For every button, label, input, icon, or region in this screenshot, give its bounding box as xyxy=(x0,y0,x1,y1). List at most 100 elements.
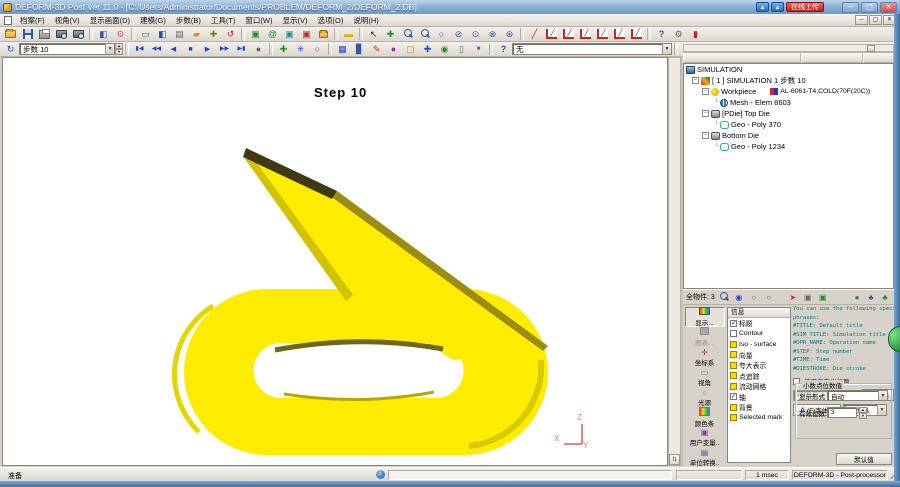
shaded-object-icon[interactable]: ◉ xyxy=(733,292,745,303)
menu-display[interactable]: 显示画面(D) xyxy=(86,14,134,27)
measure-icon[interactable]: ✚ xyxy=(419,43,436,56)
step-combo[interactable]: 步数 10 ▼ xyxy=(19,43,115,55)
window-orange-icon[interactable]: ▢ xyxy=(402,43,419,56)
nav-coordinate[interactable]: ✛ 坐标系 xyxy=(685,347,725,367)
list-item-selectedmark[interactable]: Selected mark xyxy=(728,413,790,424)
capture-icon[interactable] xyxy=(53,28,70,41)
digits-field[interactable]: 3 xyxy=(827,407,857,418)
upload-icon[interactable]: ▲ xyxy=(756,2,769,12)
split-window-icon[interactable]: ◧ xyxy=(154,28,171,41)
zoom-object-icon[interactable] xyxy=(718,292,730,303)
rotate-x-icon[interactable]: ⊘ xyxy=(450,28,467,41)
menu-modeling[interactable]: 建模(G) xyxy=(136,14,170,27)
cube-gray-icon[interactable]: ▣ xyxy=(802,292,814,303)
reload-icon[interactable]: ↺ xyxy=(222,28,239,41)
nav-light[interactable]: ☼ 光源 xyxy=(685,387,725,407)
tile-window-icon[interactable]: ▤ xyxy=(171,28,188,41)
mesh-red-icon[interactable]: ▣ xyxy=(298,28,315,41)
list-item-title[interactable]: ✓ 标题 xyxy=(728,318,790,329)
menu-options[interactable]: 选项(O) xyxy=(314,14,348,27)
viewport-scrollbar[interactable]: ⇅ xyxy=(668,57,681,466)
expander-icon[interactable]: − xyxy=(702,110,709,117)
digits-spinner[interactable]: ▲ ▼ xyxy=(859,407,867,419)
bar-chart-icon[interactable]: ▊ xyxy=(351,43,368,56)
format-drop-icon[interactable]: ▼ xyxy=(878,391,887,400)
context-help-icon[interactable]: ? xyxy=(653,28,670,41)
nav-units[interactable]: ▤ 单位转换.. xyxy=(685,447,725,467)
zoom-icon[interactable] xyxy=(399,28,416,41)
add-object-icon[interactable]: ✚ xyxy=(205,28,222,41)
list-item-background[interactable]: 背景 xyxy=(728,402,790,413)
nav-display[interactable]: 显示... xyxy=(684,307,725,327)
step-forward-icon[interactable]: ▶ xyxy=(199,43,216,56)
mesh-green-icon[interactable]: ▣ xyxy=(247,28,264,41)
manual-book-icon[interactable]: ▮ xyxy=(687,28,704,41)
query-icon[interactable]: ? xyxy=(495,43,512,56)
rotate-all-icon[interactable]: ⊛ xyxy=(501,28,518,41)
menu-show[interactable]: 显示(V) xyxy=(279,14,312,27)
mdi-minimize-button[interactable]: ─ xyxy=(855,15,868,25)
open-icon[interactable] xyxy=(2,28,19,41)
record-movie-icon[interactable]: ● xyxy=(250,43,267,56)
graph-history-icon[interactable]: ╱ xyxy=(594,28,611,41)
tree-root[interactable]: SIMULATION xyxy=(684,64,893,75)
expander-icon[interactable]: − xyxy=(692,77,699,84)
viewport[interactable]: Step 10 Z X Y xyxy=(2,57,668,466)
menu-tools[interactable]: 工具(T) xyxy=(207,14,240,27)
zoom-window-icon[interactable] xyxy=(416,28,433,41)
tree-view-icon[interactable]: ♣ xyxy=(865,292,877,303)
list-item-contour[interactable]: Contour xyxy=(728,329,790,340)
hidden-object-icon[interactable]: ○ xyxy=(763,292,775,303)
tree-geo-bottomdie[interactable]: └ Geo - Poly 1234 xyxy=(684,141,893,152)
maximize-button[interactable]: ▢ xyxy=(861,1,878,13)
cube-green-icon[interactable]: ▣ xyxy=(817,292,829,303)
add-point-icon[interactable]: ✚ xyxy=(275,43,292,56)
mdi-restore-button[interactable]: ▢ xyxy=(869,15,882,25)
menu-help[interactable]: 说明(H) xyxy=(349,14,382,27)
sphere-purple-icon[interactable]: ● xyxy=(385,43,402,56)
tree-hscroll-button[interactable] xyxy=(867,45,875,52)
print-icon[interactable] xyxy=(36,28,53,41)
minimize-button[interactable]: ─ xyxy=(842,1,859,13)
expander-icon[interactable]: − xyxy=(702,132,709,139)
overlay-upload-badge[interactable]: 在线上传 xyxy=(786,2,824,12)
fast-forward-icon[interactable]: ▶▶ xyxy=(216,43,233,56)
star-tool-icon[interactable]: ✳ xyxy=(292,43,309,56)
step-back-icon[interactable]: ◀ xyxy=(165,43,182,56)
tree-bottomdie[interactable]: − Bottom Die xyxy=(684,130,893,141)
capture-save-icon[interactable] xyxy=(70,28,87,41)
tree-topdie[interactable]: − [PDie] Top Die xyxy=(684,108,893,119)
circle-tool-icon[interactable]: ○ xyxy=(309,43,326,56)
step-combo-drop-icon[interactable]: ▼ xyxy=(105,44,114,54)
display-format-combo[interactable]: 自动 ▼ xyxy=(827,390,888,401)
report-doc-icon[interactable]: ▯ xyxy=(453,43,470,56)
rotate-y-icon[interactable]: ⊙ xyxy=(467,28,484,41)
nav-viewangle[interactable]: ▭ 视角 xyxy=(685,367,725,387)
expander-icon[interactable]: − xyxy=(702,88,709,95)
flow-net-icon[interactable]: ╱ xyxy=(526,28,543,41)
step-spinner[interactable]: ▲ ▼ xyxy=(115,43,123,55)
menu-step[interactable]: 步数(B) xyxy=(172,14,205,27)
annotation-icon[interactable]: @ xyxy=(264,28,281,41)
rotate-z-icon[interactable]: ⊗ xyxy=(484,28,501,41)
preferences-icon[interactable]: ⚙ xyxy=(112,28,129,41)
title-bar[interactable]: DEFORM-3D Post Ver 11.0 - [C:/Users/Admi… xyxy=(0,0,900,14)
list-item-flownet[interactable]: 流动网格 xyxy=(728,381,790,392)
list-item-axis[interactable]: ✓ 轴 xyxy=(728,392,790,403)
tree-hscrollbar[interactable] xyxy=(683,44,894,52)
rewind-icon[interactable]: ◀◀ xyxy=(148,43,165,56)
nav-chart[interactable]: 图表... xyxy=(685,327,725,347)
new-window-icon[interactable]: ▭ xyxy=(137,28,154,41)
pin-icon[interactable]: ➤ xyxy=(787,292,799,303)
graph-x2-icon[interactable]: ╱ xyxy=(611,28,628,41)
list-item-pointtrack[interactable]: 点追踪 xyxy=(728,371,790,382)
graph-load-icon[interactable]: ╱ xyxy=(543,28,560,41)
spheres-green-icon[interactable]: ◉ xyxy=(436,43,453,56)
edit-pencil-icon[interactable]: ✎ xyxy=(368,43,385,56)
splitter-updown-icon[interactable]: ⇅ xyxy=(669,454,680,465)
list-item-exaggerate[interactable]: 夸大表示 xyxy=(728,360,790,371)
menu-window[interactable]: 窗口(W) xyxy=(241,14,276,27)
default-button[interactable]: 默认值 xyxy=(836,453,892,465)
refresh-db-icon[interactable]: ↻ xyxy=(2,43,19,56)
nav-uservars[interactable]: ▣ 用户变量.. xyxy=(685,427,725,447)
